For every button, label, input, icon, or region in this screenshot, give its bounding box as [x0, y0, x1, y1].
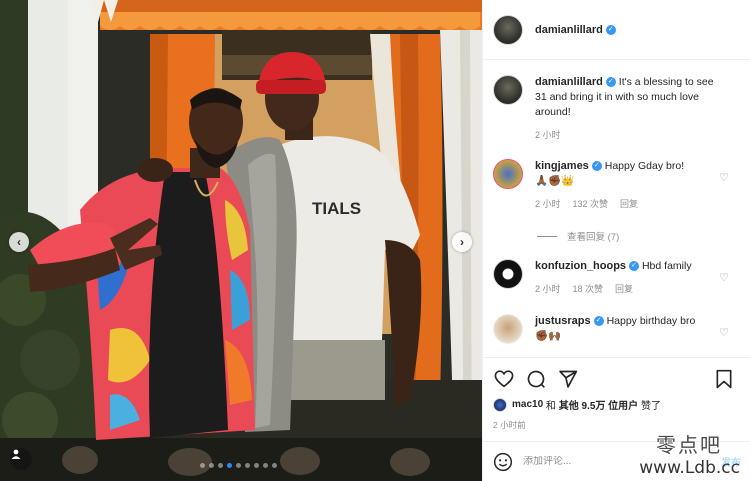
save-button[interactable]	[713, 368, 735, 390]
commenter-avatar[interactable]	[493, 314, 523, 344]
caption-time[interactable]: 2 小时	[535, 128, 561, 143]
comment-username[interactable]: konfuzion_hoops	[535, 260, 626, 272]
comment-emoji: ✊🏾🙌🏾	[535, 330, 562, 342]
shirt-text: TIALS	[312, 199, 361, 218]
likes-connector: 和	[545, 401, 556, 412]
comment-username[interactable]: justusraps	[535, 315, 591, 327]
watermark-url: www.Ldb.cc	[639, 458, 740, 478]
heart-icon[interactable]: ♡	[719, 326, 729, 339]
tagged-users-button[interactable]	[10, 448, 32, 470]
carousel-dot	[236, 463, 241, 468]
post-image: TIALS	[0, 0, 482, 481]
chevron-right-icon: ›	[460, 235, 464, 249]
user-tag-icon	[11, 449, 21, 459]
carousel-dot	[218, 463, 223, 468]
comment-item: kingjames ✓ Happy Gday bro! 🙏🏾✊🏾👑 2 小时 13…	[493, 159, 743, 212]
carousel-indicator	[200, 463, 277, 468]
chevron-left-icon: ‹	[17, 235, 21, 249]
carousel-dot	[209, 463, 214, 468]
likes-summary: mac10 和 其他 9.5万 位用户 赞了	[493, 397, 741, 412]
comment-button[interactable]	[525, 368, 547, 390]
heart-icon[interactable]: ♡	[719, 271, 729, 284]
likes-suffix: 赞了	[640, 401, 661, 412]
carousel-dot	[254, 463, 259, 468]
caption-username[interactable]: damianlillard	[535, 76, 603, 88]
view-replies-label: 查看回复 (7)	[567, 232, 620, 243]
next-photo-button[interactable]: ›	[452, 232, 472, 252]
post-details-panel: damianlillard ✓ damianlillard ✓ It's a bl…	[482, 0, 750, 481]
comment-emoji: 🙏🏾✊🏾👑	[535, 175, 575, 187]
comment-text: Hbd family	[641, 260, 692, 272]
view-replies-button[interactable]: 查看回复 (7)	[537, 229, 619, 243]
comment-like-count[interactable]: 18 次赞	[573, 282, 604, 297]
liker-avatar[interactable]	[493, 397, 507, 412]
carousel-dot	[200, 463, 205, 468]
like-button[interactable]	[493, 368, 515, 390]
comment-time[interactable]: 2 小时	[535, 197, 561, 212]
verified-badge-icon: ✓	[593, 316, 604, 327]
commenter-avatar[interactable]	[493, 259, 523, 289]
watermark-text: 零点吧	[656, 433, 722, 457]
author-username[interactable]: damianlillard	[535, 24, 603, 36]
likes-others[interactable]: 其他 9.5万 位用户	[559, 397, 638, 412]
post-header: damianlillard ✓	[483, 0, 750, 60]
smiley-icon[interactable]	[493, 452, 513, 472]
verified-badge-icon: ✓	[605, 24, 616, 35]
author-avatar[interactable]	[493, 14, 523, 45]
comment-like-count[interactable]: 132 次赞	[573, 197, 609, 212]
verified-badge-icon: ✓	[629, 261, 640, 272]
reply-button[interactable]: 回复	[615, 282, 633, 297]
carousel-dot	[245, 463, 250, 468]
heart-icon	[494, 370, 514, 388]
carousel-dot	[227, 463, 232, 468]
commenter-avatar[interactable]	[493, 159, 523, 189]
liker-username[interactable]: mac10	[512, 399, 543, 410]
comment-item: justusraps ✓ Happy birthday bro ✊🏾🙌🏾 ♡	[493, 314, 743, 344]
carousel-dot	[272, 463, 277, 468]
heart-icon[interactable]: ♡	[719, 171, 729, 184]
comment-time[interactable]: 2 小时	[535, 282, 561, 297]
verified-badge-icon: ✓	[605, 77, 616, 88]
divider	[537, 235, 557, 237]
previous-photo-button[interactable]: ‹	[9, 232, 29, 252]
caption-avatar[interactable]	[493, 75, 523, 105]
post-photo[interactable]: TIALS ‹ ›	[0, 0, 482, 481]
comment-text: Happy Gday bro!	[604, 160, 685, 172]
share-button[interactable]	[557, 368, 579, 390]
comments-list[interactable]: damianlillard ✓ It's a blessing to see 31…	[483, 61, 750, 357]
reply-button[interactable]: 回复	[620, 197, 638, 212]
comment-icon	[527, 370, 545, 388]
comment-username[interactable]: kingjames	[535, 160, 589, 172]
caption: damianlillard ✓ It's a blessing to see 31…	[493, 75, 743, 143]
bookmark-icon	[716, 369, 732, 389]
post-actions: mac10 和 其他 9.5万 位用户 赞了 2 小时前	[483, 357, 750, 431]
verified-badge-icon: ✓	[591, 161, 602, 172]
share-icon	[559, 370, 578, 388]
comment-text: Happy birthday bro	[606, 315, 696, 327]
comment-item: konfuzion_hoops ✓ Hbd family 2 小时 18 次赞 回…	[493, 259, 743, 297]
carousel-dot	[263, 463, 268, 468]
